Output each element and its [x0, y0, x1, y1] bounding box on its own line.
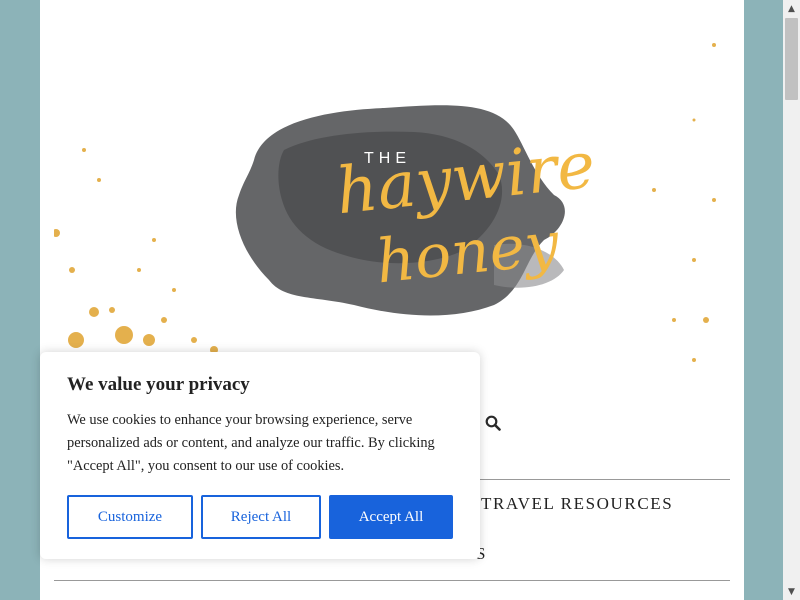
nav-bottom-divider: [54, 580, 730, 581]
cookie-body: We use cookies to enhance your browsing …: [67, 412, 435, 474]
scrollbar-thumb[interactable]: [785, 18, 798, 100]
arrow-up-icon[interactable]: ▲: [783, 0, 800, 17]
nav-item-travel-resources[interactable]: TRAVEL RESOURCES: [481, 494, 673, 514]
vertical-scrollbar[interactable]: ▲ ▼: [783, 0, 800, 600]
site-logo[interactable]: THE haywire honey: [54, 0, 730, 372]
cookie-title: We value your privacy: [67, 374, 250, 395]
search-icon[interactable]: [485, 415, 501, 431]
cookie-consent-dialog: We value your privacy We use cookies to …: [40, 352, 480, 559]
reject-all-button[interactable]: Reject All: [201, 495, 321, 539]
customize-button[interactable]: Customize: [67, 495, 193, 539]
accept-all-button[interactable]: Accept All: [329, 495, 453, 539]
arrow-down-icon[interactable]: ▼: [783, 583, 800, 600]
